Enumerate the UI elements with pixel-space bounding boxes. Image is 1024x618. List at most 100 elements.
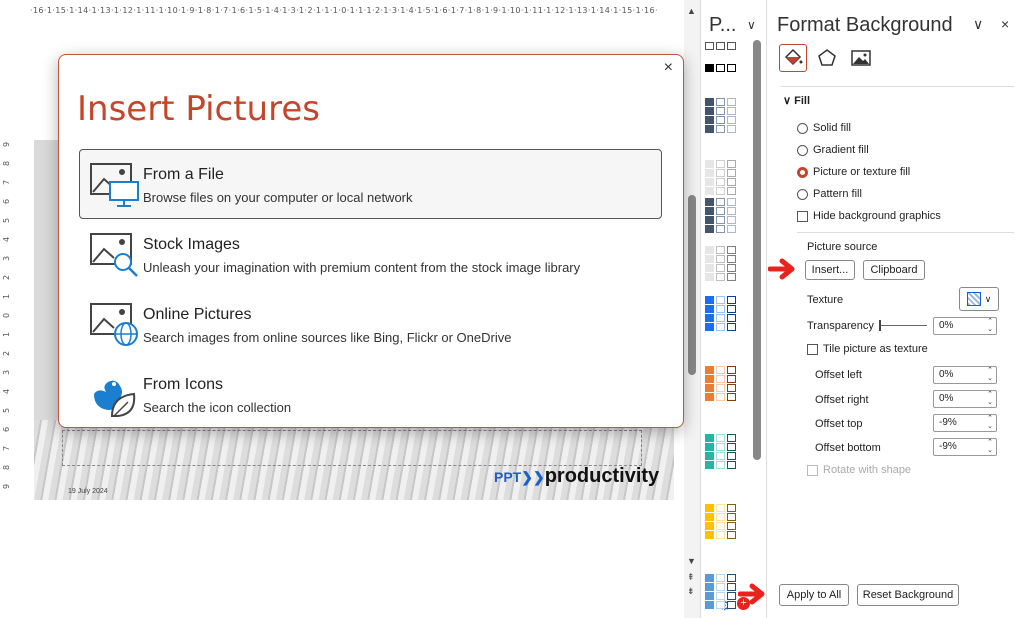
color-swatch[interactable] [727,198,736,206]
color-swatch[interactable] [705,574,714,582]
picture-fill-radio[interactable]: Picture or texture fill [797,166,910,178]
color-swatch[interactable] [705,366,714,374]
pattern-fill-radio[interactable]: Pattern fill [797,188,862,200]
color-swatch[interactable] [727,125,736,133]
color-swatch[interactable] [705,434,714,442]
option-stock-images[interactable]: Stock Images Unleash your imagination wi… [79,219,662,289]
color-swatch[interactable] [727,64,736,72]
color-swatch[interactable] [716,169,725,177]
color-swatch-row[interactable] [705,169,745,178]
color-swatch[interactable] [716,384,725,392]
offset-right-spinner[interactable]: 0% ⌃ ⌄ [933,390,997,408]
color-swatch[interactable] [727,443,736,451]
option-from-file[interactable]: From a File Browse files on your compute… [79,149,662,219]
color-swatch[interactable] [716,323,725,331]
color-swatch[interactable] [705,522,714,530]
color-swatch[interactable] [716,216,725,224]
color-swatch[interactable] [705,42,714,50]
color-swatch[interactable] [705,187,714,195]
color-swatch[interactable] [705,255,714,263]
insert-button[interactable]: Insert... [805,260,855,280]
color-swatch[interactable] [705,225,714,233]
color-swatch-row[interactable] [705,225,745,234]
color-swatch[interactable] [716,601,725,609]
color-swatch[interactable] [705,178,714,186]
chevron-down-icon[interactable]: ∨ [747,18,756,32]
color-swatch[interactable] [727,366,736,374]
color-swatch[interactable] [727,225,736,233]
color-swatch-row[interactable] [705,513,745,522]
color-swatch-row[interactable] [705,98,745,107]
color-swatch[interactable] [727,375,736,383]
color-swatch[interactable] [727,296,736,304]
color-swatch-row[interactable] [705,452,745,461]
color-swatch[interactable] [727,434,736,442]
color-swatch[interactable] [716,246,725,254]
color-swatch[interactable] [705,125,714,133]
color-swatch-row[interactable] [705,64,745,73]
color-swatch-row[interactable] [705,42,745,51]
color-swatch-row[interactable] [705,107,745,116]
clipboard-button[interactable]: Clipboard [863,260,925,280]
color-swatch[interactable] [727,255,736,263]
option-from-icons[interactable]: From Icons Search the icon collection [79,359,662,429]
color-swatch-row[interactable] [705,461,745,470]
spinner-arrows-icon[interactable]: ⌃ ⌄ [987,367,993,383]
color-swatch[interactable] [716,160,725,168]
color-swatch-row[interactable] [705,393,745,402]
prev-slide-icon[interactable]: ⇞ [687,572,695,583]
color-swatch[interactable] [705,98,714,106]
color-swatch-row[interactable] [705,504,745,513]
spinner-arrows-icon[interactable]: ⌃ ⌄ [987,415,993,431]
color-swatch[interactable] [716,255,725,263]
color-swatch[interactable] [727,160,736,168]
color-swatch[interactable] [716,178,725,186]
color-swatch[interactable] [705,504,714,512]
color-swatch[interactable] [716,461,725,469]
color-swatch[interactable] [727,452,736,460]
color-swatch[interactable] [727,522,736,530]
color-swatch[interactable] [716,273,725,281]
spinner-arrows-icon[interactable]: ⌃ ⌄ [987,439,993,455]
color-swatch[interactable] [727,264,736,272]
color-swatch[interactable] [716,366,725,374]
close-icon[interactable]: × [1001,16,1009,32]
color-swatch-row[interactable] [705,116,745,125]
scroll-thumb[interactable] [688,195,696,375]
color-swatch[interactable] [727,107,736,115]
color-swatch[interactable] [716,452,725,460]
color-swatch[interactable] [727,323,736,331]
color-swatch-row[interactable] [705,273,745,282]
effects-tab-icon[interactable] [813,44,841,72]
color-swatch[interactable] [705,323,714,331]
color-swatch[interactable] [727,216,736,224]
color-swatch-row[interactable] [705,187,745,196]
texture-dropdown[interactable]: ∨ [959,287,999,311]
color-swatch-row[interactable] [705,160,745,169]
color-swatch[interactable] [705,207,714,215]
color-swatch-row[interactable] [705,443,745,452]
offset-left-spinner[interactable]: 0% ⌃ ⌄ [933,366,997,384]
option-online-pictures[interactable]: Online Pictures Search images from onlin… [79,289,662,359]
color-swatch-row[interactable] [705,296,745,305]
color-swatch[interactable] [705,264,714,272]
color-swatch[interactable] [716,42,725,50]
color-swatch[interactable] [727,314,736,322]
color-swatch[interactable] [705,305,714,313]
color-swatch[interactable] [716,531,725,539]
color-swatch[interactable] [716,98,725,106]
color-swatch-row[interactable] [705,323,745,332]
color-swatch-row[interactable] [705,178,745,187]
color-swatch[interactable] [716,296,725,304]
color-swatch[interactable] [705,531,714,539]
color-swatch[interactable] [727,531,736,539]
color-swatch[interactable] [716,375,725,383]
color-swatch-row[interactable] [705,531,745,540]
color-swatch[interactable] [716,513,725,521]
color-swatch[interactable] [716,225,725,233]
color-swatch[interactable] [705,583,714,591]
color-swatch[interactable] [727,42,736,50]
color-swatch[interactable] [705,393,714,401]
color-swatch[interactable] [716,207,725,215]
color-swatch-row[interactable] [705,125,745,134]
